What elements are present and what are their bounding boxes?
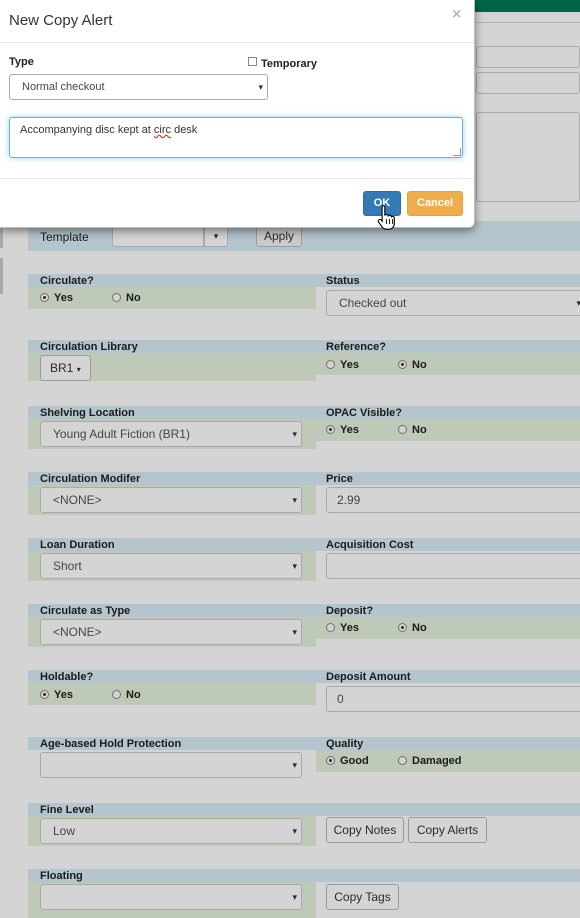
new-copy-alert-dialog: New Copy Alert × Type Temporary Normal c… [0,0,475,228]
divider [0,42,474,43]
temporary-label: Temporary [261,58,318,70]
hand-pointer-cursor-icon [377,204,395,230]
note-text: Accompanying disc kept at [20,124,154,136]
cancel-button[interactable]: Cancel [407,191,463,216]
alert-type-value: Normal checkout [22,81,105,93]
type-label: Type [9,56,34,68]
note-text-end: desk [171,124,198,136]
close-icon[interactable]: × [452,6,461,24]
note-misspelled-word: circ [153,124,172,136]
temporary-checkbox[interactable]: Temporary [248,57,317,70]
checkbox-icon [248,57,257,66]
resize-handle-icon[interactable] [453,148,461,156]
divider [0,178,474,179]
chevron-down-icon: ▾ [258,82,263,92]
dialog-title: New Copy Alert [9,12,113,29]
alert-note-textarea[interactable]: Accompanying disc kept at circ desk [9,117,463,158]
alert-type-select[interactable]: Normal checkout ▾ [9,74,268,100]
